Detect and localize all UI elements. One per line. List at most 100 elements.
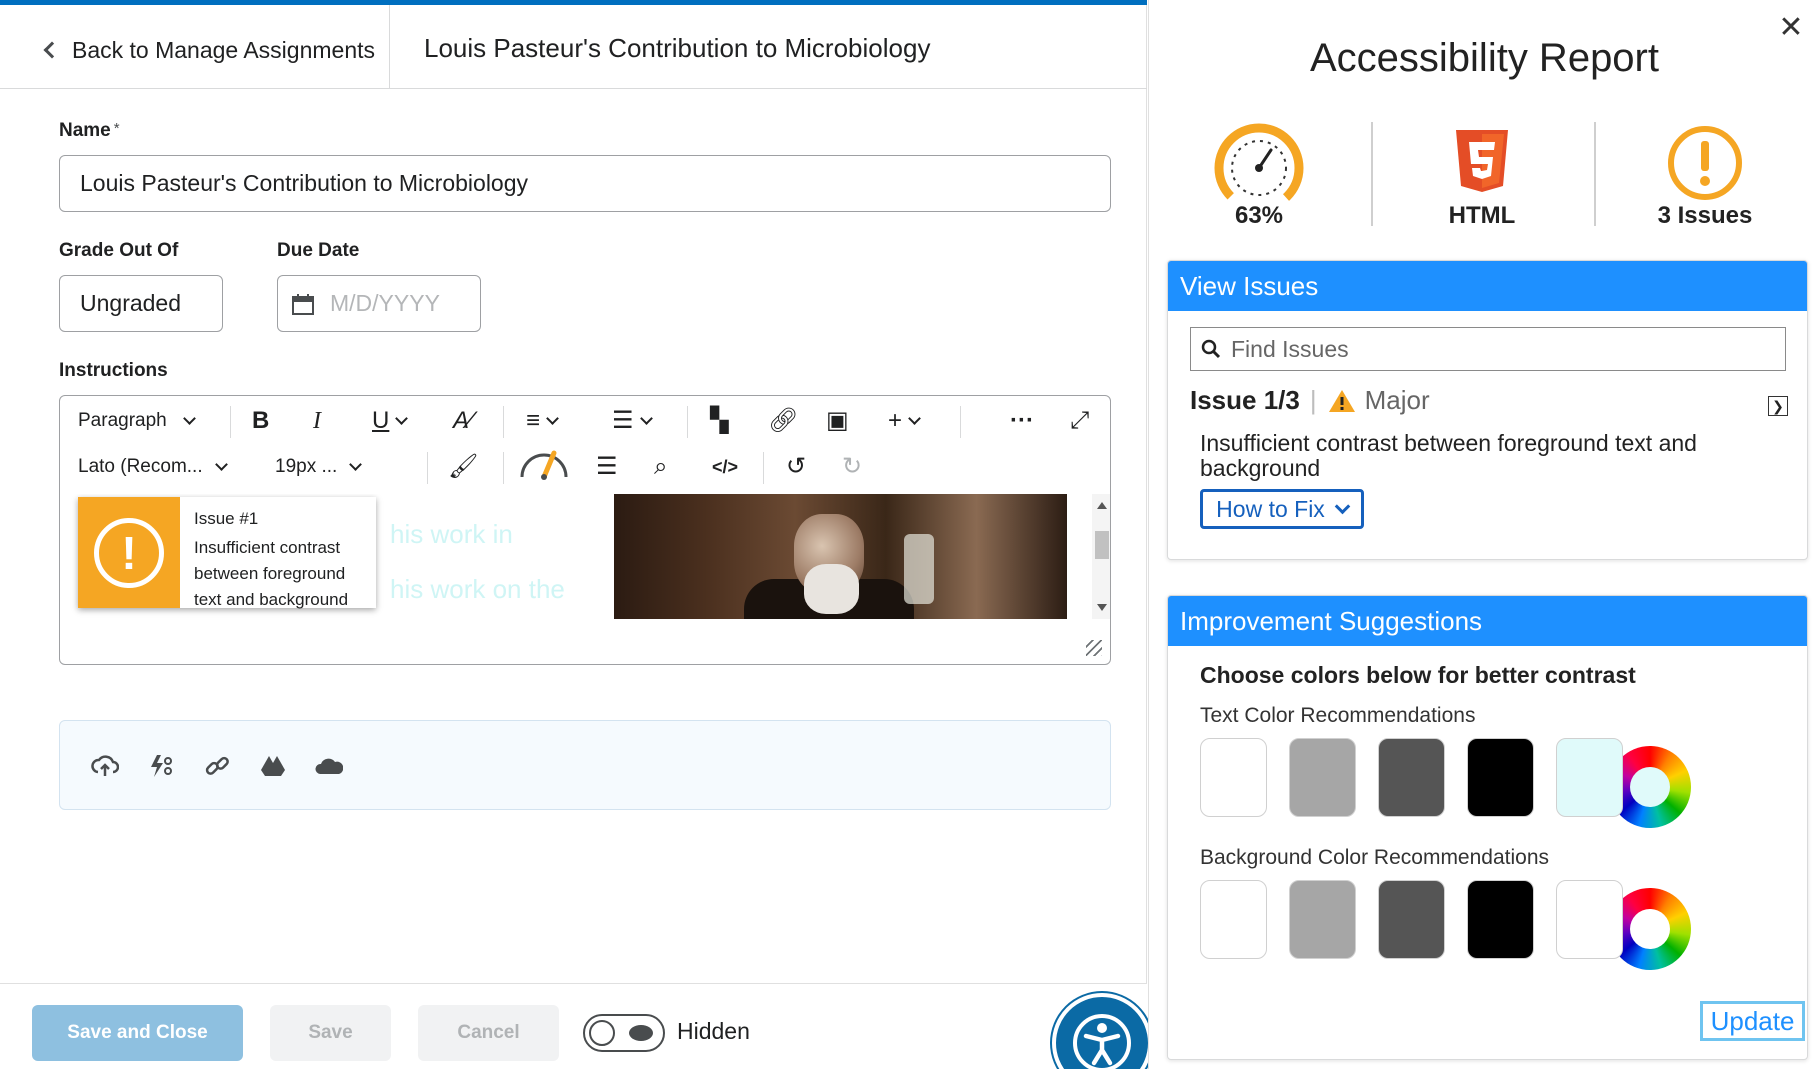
undo-button[interactable]: ↺ [786,450,806,484]
spellcheck-button[interactable]: A⁄ [453,404,473,438]
fullscreen-icon: ⤢ [1070,407,1090,434]
how-to-fix-label: How to Fix [1216,495,1325,522]
visibility-toggle[interactable] [583,1014,665,1052]
toolbar-separator [763,452,764,484]
view-issues-card: View Issues Find Issues Issue 1/3 | Majo… [1167,260,1808,560]
background-color-swatch-2[interactable] [1289,880,1356,959]
scroll-thumb[interactable] [1095,531,1109,559]
redo-icon: ↻ [842,453,863,480]
accessibility-checker-button[interactable] [518,444,570,480]
insert-stuff-icon: ▚ [710,407,729,434]
background-color-swatch-4[interactable] [1467,880,1534,959]
chevron-down-icon [908,412,921,425]
save-and-close-button[interactable]: Save and Close [32,1005,243,1061]
fullscreen-button[interactable]: ⤢ [1070,404,1089,438]
image-button[interactable]: ▣ [826,404,849,438]
find-issues-input[interactable]: Find Issues [1190,327,1786,371]
cancel-button[interactable]: Cancel [418,1005,559,1061]
toolbar-separator [503,452,504,484]
align-dropdown[interactable]: ≡ [526,404,559,438]
list-dropdown[interactable]: ☰ [612,404,653,438]
text-color-swatch-4[interactable] [1467,738,1534,817]
record-button[interactable] [146,751,176,781]
more-button[interactable]: ··· [1010,404,1034,438]
text-color-swatch-2[interactable] [1289,738,1356,817]
chevron-down-icon [1334,498,1351,514]
link-icon [205,756,229,775]
format-painter-icon: 🖌︎ [448,453,479,480]
assignment-editor: Back to Manage Assignments Louis Pasteur… [0,0,1147,1069]
source-code-button[interactable]: </> [712,450,738,484]
bold-button[interactable]: B [252,404,269,438]
attach-link-button[interactable] [202,751,232,781]
text-color-swatch-1[interactable] [1200,738,1267,817]
accessibility-report-panel: ✕ Accessibility Report 63% HTML 3 Issues… [1148,0,1819,1069]
italic-button[interactable]: I [313,404,321,438]
background-color-swatch-1[interactable] [1200,880,1267,959]
upload-button[interactable] [90,751,120,781]
header-divider [389,5,390,89]
font-family-dropdown[interactable]: Lato (Recom... [78,450,228,484]
font-family-value: Lato (Recom... [78,456,203,477]
insert-stuff-button[interactable]: ▚ [710,404,728,438]
chevron-down-icon [214,458,228,471]
background-color-swatch-5[interactable] [1556,880,1623,959]
chevron-down-icon [182,412,196,425]
issue-navigator: Issue 1/3 | Major [1190,385,1430,416]
format-painter-button[interactable]: 🖌︎ [448,450,478,484]
word-count-button[interactable]: ☰ [596,450,618,484]
grade-out-of-value: Ungraded [80,290,182,316]
add-dropdown[interactable]: + [888,404,921,438]
instructions-label: Instructions [59,360,168,381]
toolbar-separator [960,406,961,438]
editor-content-area[interactable]: his work in his work on the ! Issue #1 I… [60,494,1095,664]
find-replace-icon: ⌕ [654,453,668,480]
chevron-down-icon [395,412,409,425]
back-to-manage-assignments-link[interactable]: Back to Manage Assignments [40,33,375,67]
text-color-swatch-5[interactable] [1556,738,1623,817]
resize-handle-icon[interactable] [1086,640,1102,656]
spellcheck-icon: A⁄ [453,407,474,434]
underline-button[interactable]: U [372,404,409,438]
redo-button[interactable]: ↻ [842,450,862,484]
next-issue-button[interactable]: ❯ [1768,396,1788,416]
back-link-label: Back to Manage Assignments [72,36,375,63]
name-input[interactable]: Louis Pasteur's Contribution to Microbio… [59,155,1111,212]
word-count-icon: ☰ [596,453,618,480]
block-format-dropdown[interactable]: Paragraph [78,404,196,438]
visibility-label: Hidden [677,1018,750,1044]
issue-tooltip[interactable]: ! Issue #1 Insufficient contrast between… [78,497,376,609]
image-icon: ▣ [826,407,849,434]
undo-icon: ↺ [786,453,807,480]
rich-text-editor: Paragraph B I U A⁄ ≡ ☰ ▚ 🔗︎ ▣ + ··· ⤢ La… [59,395,1111,665]
editor-scrollbar[interactable] [1092,494,1110,619]
warning-icon-block: ! [78,497,180,608]
save-button[interactable]: Save [270,1005,391,1061]
update-button[interactable]: Update [1700,1001,1805,1041]
html5-icon [1456,130,1508,192]
list-icon: ☰ [612,407,634,434]
attachments-bar [59,720,1111,810]
text-color-swatch-3[interactable] [1378,738,1445,817]
align-icon: ≡ [526,407,541,434]
eye-hidden-icon [629,1025,653,1041]
grade-out-of-input[interactable]: Ungraded [59,275,223,332]
due-date-input[interactable]: M/D/YYYY [277,275,481,332]
block-format-value: Paragraph [78,410,167,431]
add-icon: + [888,407,903,434]
calendar-icon [292,293,314,315]
issue-tooltip-text: Insufficient contrast between foreground… [194,538,349,609]
find-replace-button[interactable]: ⌕ [654,450,667,484]
scroll-down-icon[interactable] [1097,604,1107,611]
google-drive-button[interactable] [258,751,288,781]
font-size-dropdown[interactable]: 19px ... [275,450,363,484]
link-button[interactable]: 🔗︎ [768,404,798,438]
onedrive-icon [315,758,343,774]
louis-pasteur-image[interactable] [614,494,1067,619]
image-detail [804,564,859,614]
view-issues-heading: View Issues [1168,261,1807,311]
how-to-fix-button[interactable]: How to Fix [1200,489,1364,529]
background-color-swatch-3[interactable] [1378,880,1445,959]
onedrive-button[interactable] [314,751,344,781]
scroll-up-icon[interactable] [1097,502,1107,509]
